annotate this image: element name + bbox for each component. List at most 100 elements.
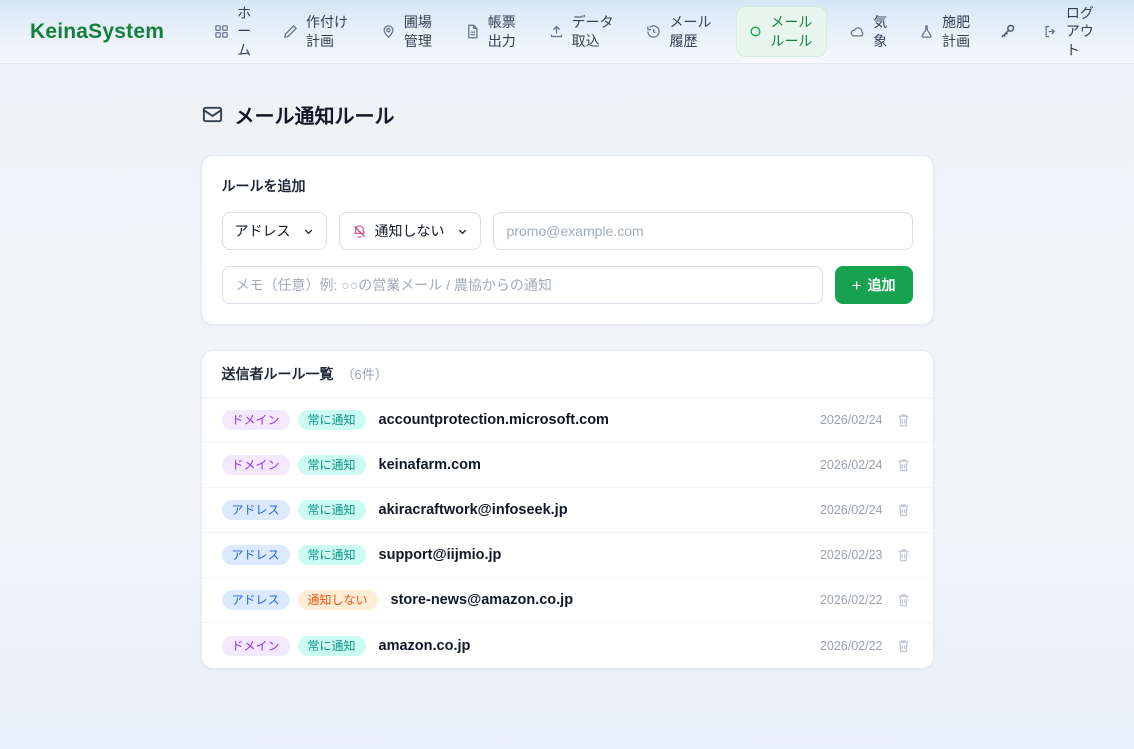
rule-row-right: 2026/02/22 xyxy=(820,590,913,610)
rule-action-value: 通知しない xyxy=(375,221,445,241)
rule-row: アドレス 常に通知 support@iijmio.jp 2026/02/23 xyxy=(202,533,933,578)
nav-item-label: メール履歴 xyxy=(669,13,713,49)
circle-icon xyxy=(749,25,762,38)
nav-item-label: データ取込 xyxy=(572,13,616,49)
add-rule-row-1: アドレス 通知しない xyxy=(222,212,913,250)
rule-row: アドレス 常に通知 akiracraftwork@infoseek.jp 202… xyxy=(202,488,933,533)
rule-date: 2026/02/24 xyxy=(820,503,883,517)
nav-item-label: 作付け計画 xyxy=(306,13,350,49)
mail-icon xyxy=(201,103,224,126)
add-rule-title: ルールを追加 xyxy=(222,176,913,196)
nav-item-mail-history[interactable]: メール履歴 xyxy=(638,8,721,54)
rule-type-badge: ドメイン xyxy=(222,636,290,656)
nav-item-logout[interactable]: ログアウト xyxy=(1035,0,1106,64)
pencil-icon xyxy=(283,24,298,39)
dashboard-icon xyxy=(214,24,229,39)
delete-rule-button[interactable] xyxy=(894,500,913,520)
delete-rule-button[interactable] xyxy=(894,455,913,475)
rule-type-select[interactable]: アドレス xyxy=(222,212,327,250)
rule-action-badge: 常に通知 xyxy=(298,545,366,565)
nav-item-mail-rules[interactable]: メールルール xyxy=(736,6,827,56)
rule-date: 2026/02/23 xyxy=(820,548,883,562)
memo-input[interactable] xyxy=(222,266,823,304)
rule-row: アドレス 通知しない store-news@amazon.co.jp 2026/… xyxy=(202,578,933,623)
rule-type-badge: アドレス xyxy=(222,500,290,520)
delete-rule-button[interactable] xyxy=(894,590,913,610)
map-pin-icon xyxy=(381,24,396,39)
rule-date: 2026/02/22 xyxy=(820,593,883,607)
rule-action-select[interactable]: 通知しない xyxy=(339,212,481,250)
nav-item-label: 施肥計画 xyxy=(942,13,972,49)
rule-value-text: amazon.co.jp xyxy=(379,638,471,654)
cloud-icon xyxy=(850,24,865,39)
address-input[interactable] xyxy=(493,212,913,250)
trash-icon xyxy=(896,457,911,473)
delete-rule-button[interactable] xyxy=(894,545,913,565)
rule-row-right: 2026/02/24 xyxy=(820,500,913,520)
rule-type-value: アドレス xyxy=(235,221,291,241)
rule-row-right: 2026/02/22 xyxy=(820,636,913,656)
main-nav: ホーム 作付け計画 圃場管理 帳票出力 データ取込 xyxy=(206,0,1106,64)
plus-icon: + xyxy=(852,277,862,294)
sender-rules-card: 送信者ルール一覧 （6件） ドメイン 常に通知 accountprotectio… xyxy=(201,350,934,669)
add-rule-row-2: + 追加 xyxy=(222,266,913,304)
sender-rules-count: （6件） xyxy=(342,364,388,383)
chevron-down-icon xyxy=(457,226,468,237)
nav-item-report-output[interactable]: 帳票出力 xyxy=(457,8,526,54)
rule-date: 2026/02/24 xyxy=(820,458,883,472)
logout-icon xyxy=(1043,24,1058,39)
rule-action-badge: 常に通知 xyxy=(298,500,366,520)
trash-icon xyxy=(896,502,911,518)
rule-value-text: keinafarm.com xyxy=(379,457,481,473)
sender-rules-header: 送信者ルール一覧 （6件） xyxy=(202,351,933,398)
nav-item-field-management[interactable]: 圃場管理 xyxy=(373,8,442,54)
nav-item-data-import[interactable]: データ取込 xyxy=(541,8,624,54)
nav-item-home[interactable]: ホーム xyxy=(206,0,260,64)
rule-date: 2026/02/22 xyxy=(820,639,883,653)
nav-item-label: ログアウト xyxy=(1066,4,1098,59)
brand-logo: KeinaSystem xyxy=(30,20,164,44)
rule-value-text: accountprotection.microsoft.com xyxy=(379,412,609,428)
sender-rules-title: 送信者ルール一覧 xyxy=(222,364,334,384)
rule-type-badge: アドレス xyxy=(222,590,290,610)
delete-rule-button[interactable] xyxy=(894,636,913,656)
rule-row-right: 2026/02/24 xyxy=(820,410,913,430)
key-icon xyxy=(999,23,1016,40)
rule-action-badge: 常に通知 xyxy=(298,636,366,656)
rule-action-badge: 通知しない xyxy=(298,590,378,610)
nav-item-planting-plan[interactable]: 作付け計画 xyxy=(275,8,358,54)
page-title-row: メール通知ルール xyxy=(201,100,934,129)
rule-row: ドメイン 常に通知 amazon.co.jp 2026/02/22 xyxy=(202,623,933,668)
trash-icon xyxy=(896,592,911,608)
rule-type-badge: ドメイン xyxy=(222,455,290,475)
chevron-down-icon xyxy=(303,226,314,237)
delete-rule-button[interactable] xyxy=(894,410,913,430)
rule-value-text: support@iijmio.jp xyxy=(379,547,502,563)
nav-item-label: ホーム xyxy=(237,4,252,59)
rule-row-right: 2026/02/24 xyxy=(820,455,913,475)
nav-item-fertilizer-plan[interactable]: 施肥計画 xyxy=(911,8,980,54)
document-icon xyxy=(465,24,480,39)
rule-value-text: akiracraftwork@infoseek.jp xyxy=(379,502,568,518)
rule-row: ドメイン 常に通知 accountprotection.microsoft.co… xyxy=(202,398,933,443)
nav-item-weather[interactable]: 気象 xyxy=(842,8,896,54)
top-nav-bar: KeinaSystem ホーム 作付け計画 圃場管理 帳票出力 xyxy=(0,0,1134,64)
rule-row: ドメイン 常に通知 keinafarm.com 2026/02/24 xyxy=(202,443,933,488)
page-title: メール通知ルール xyxy=(235,100,395,129)
rule-row-right: 2026/02/23 xyxy=(820,545,913,565)
flask-icon xyxy=(919,24,934,39)
add-rule-card: ルールを追加 アドレス 通知しない + xyxy=(201,155,934,325)
bell-off-icon xyxy=(352,224,367,239)
trash-icon xyxy=(896,547,911,563)
add-rule-button[interactable]: + 追加 xyxy=(835,266,913,304)
history-icon xyxy=(646,24,661,39)
sender-rules-rows: ドメイン 常に通知 accountprotection.microsoft.co… xyxy=(202,398,933,668)
rule-action-badge: 常に通知 xyxy=(298,410,366,430)
rule-type-badge: ドメイン xyxy=(222,410,290,430)
add-rule-button-label: 追加 xyxy=(868,275,896,295)
rule-date: 2026/02/24 xyxy=(820,413,883,427)
password-key-button[interactable] xyxy=(995,19,1020,44)
main-content: メール通知ルール ルールを追加 アドレス 通知しない xyxy=(201,100,934,669)
nav-item-label: 帳票出力 xyxy=(488,13,518,49)
nav-item-label: 圃場管理 xyxy=(404,13,434,49)
